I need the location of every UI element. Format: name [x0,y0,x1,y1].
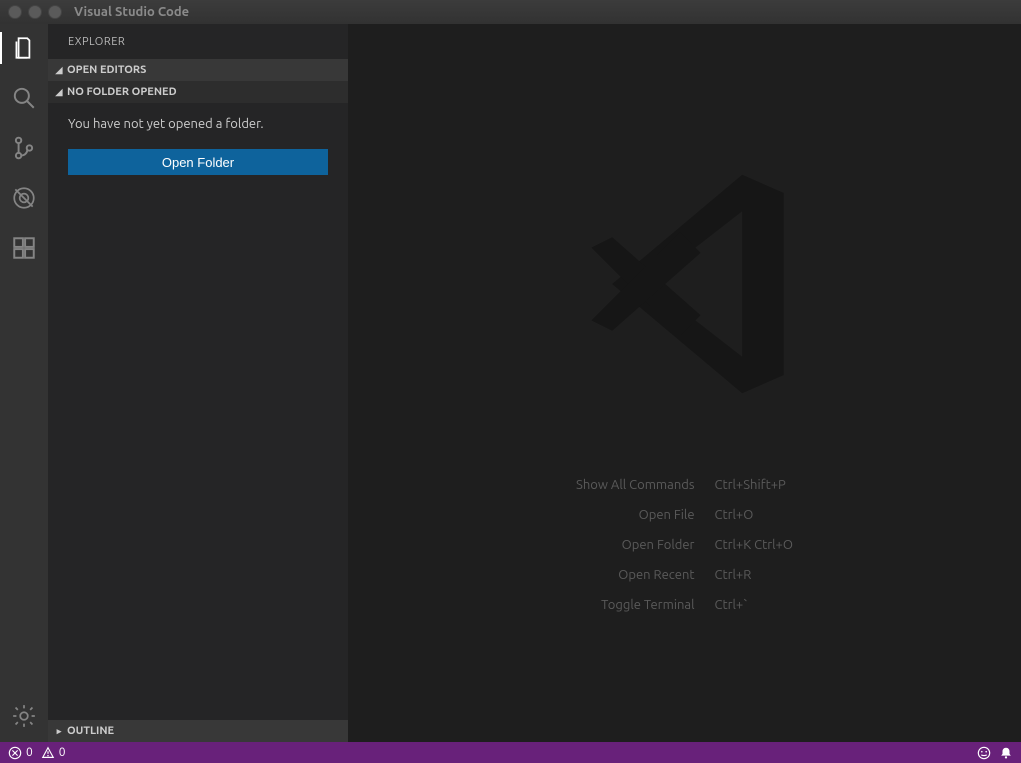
status-feedback[interactable] [977,746,991,760]
window-minimize-icon[interactable] [28,5,42,19]
shortcuts-list: Show All Commands Ctrl+Shift+P Open File… [576,478,793,612]
status-notifications[interactable] [999,746,1013,760]
search-icon[interactable] [10,84,38,112]
source-control-icon[interactable] [10,134,38,162]
section-outline-label: OUTLINE [67,725,114,737]
section-no-folder[interactable]: ◢ NO FOLDER OPENED [48,81,348,103]
chevron-right-icon: ▸ [54,726,64,737]
debug-icon[interactable] [10,184,38,212]
vscode-logo-icon [555,154,815,418]
shortcut-key: Ctrl+K Ctrl+O [715,538,793,552]
section-no-folder-label: NO FOLDER OPENED [67,86,177,98]
explorer-icon[interactable] [10,34,38,62]
shortcut-key: Ctrl+R [715,568,793,582]
chevron-down-icon: ◢ [54,65,64,76]
sidebar-title: EXPLORER [48,24,348,59]
welcome-watermark: Show All Commands Ctrl+Shift+P Open File… [555,154,815,612]
window-close-icon[interactable] [8,5,22,19]
status-warnings[interactable]: 0 [41,746,66,760]
shortcut-key: Ctrl+` [715,598,793,612]
section-outline[interactable]: ▸ OUTLINE [48,720,348,742]
titlebar: Visual Studio Code [0,0,1021,24]
chevron-down-icon: ◢ [54,87,64,98]
status-bar: 0 0 [0,742,1021,763]
shortcut-label: Toggle Terminal [576,598,694,612]
no-folder-message: You have not yet opened a folder. [68,117,328,131]
bell-icon [999,746,1013,760]
editor-area: Show All Commands Ctrl+Shift+P Open File… [348,24,1021,742]
warning-count: 0 [59,746,66,759]
window-title: Visual Studio Code [74,5,189,19]
extensions-icon[interactable] [10,234,38,262]
shortcut-label: Show All Commands [576,478,694,492]
open-folder-button[interactable]: Open Folder [68,149,328,175]
section-open-editors[interactable]: ◢ OPEN EDITORS [48,59,348,81]
section-open-editors-label: OPEN EDITORS [67,64,146,76]
activity-bar [0,24,48,742]
workspace: EXPLORER ◢ OPEN EDITORS ◢ NO FOLDER OPEN… [0,24,1021,742]
window-maximize-icon[interactable] [48,5,62,19]
smiley-icon [977,746,991,760]
error-count: 0 [26,746,33,759]
warning-icon [41,746,55,760]
sidebar: EXPLORER ◢ OPEN EDITORS ◢ NO FOLDER OPEN… [48,24,348,742]
error-icon [8,746,22,760]
shortcut-label: Open File [576,508,694,522]
shortcut-label: Open Recent [576,568,694,582]
status-errors[interactable]: 0 [8,746,33,760]
no-folder-body: You have not yet opened a folder. Open F… [48,103,348,720]
shortcut-key: Ctrl+O [715,508,793,522]
shortcut-key: Ctrl+Shift+P [715,478,793,492]
settings-gear-icon[interactable] [10,702,38,730]
shortcut-label: Open Folder [576,538,694,552]
